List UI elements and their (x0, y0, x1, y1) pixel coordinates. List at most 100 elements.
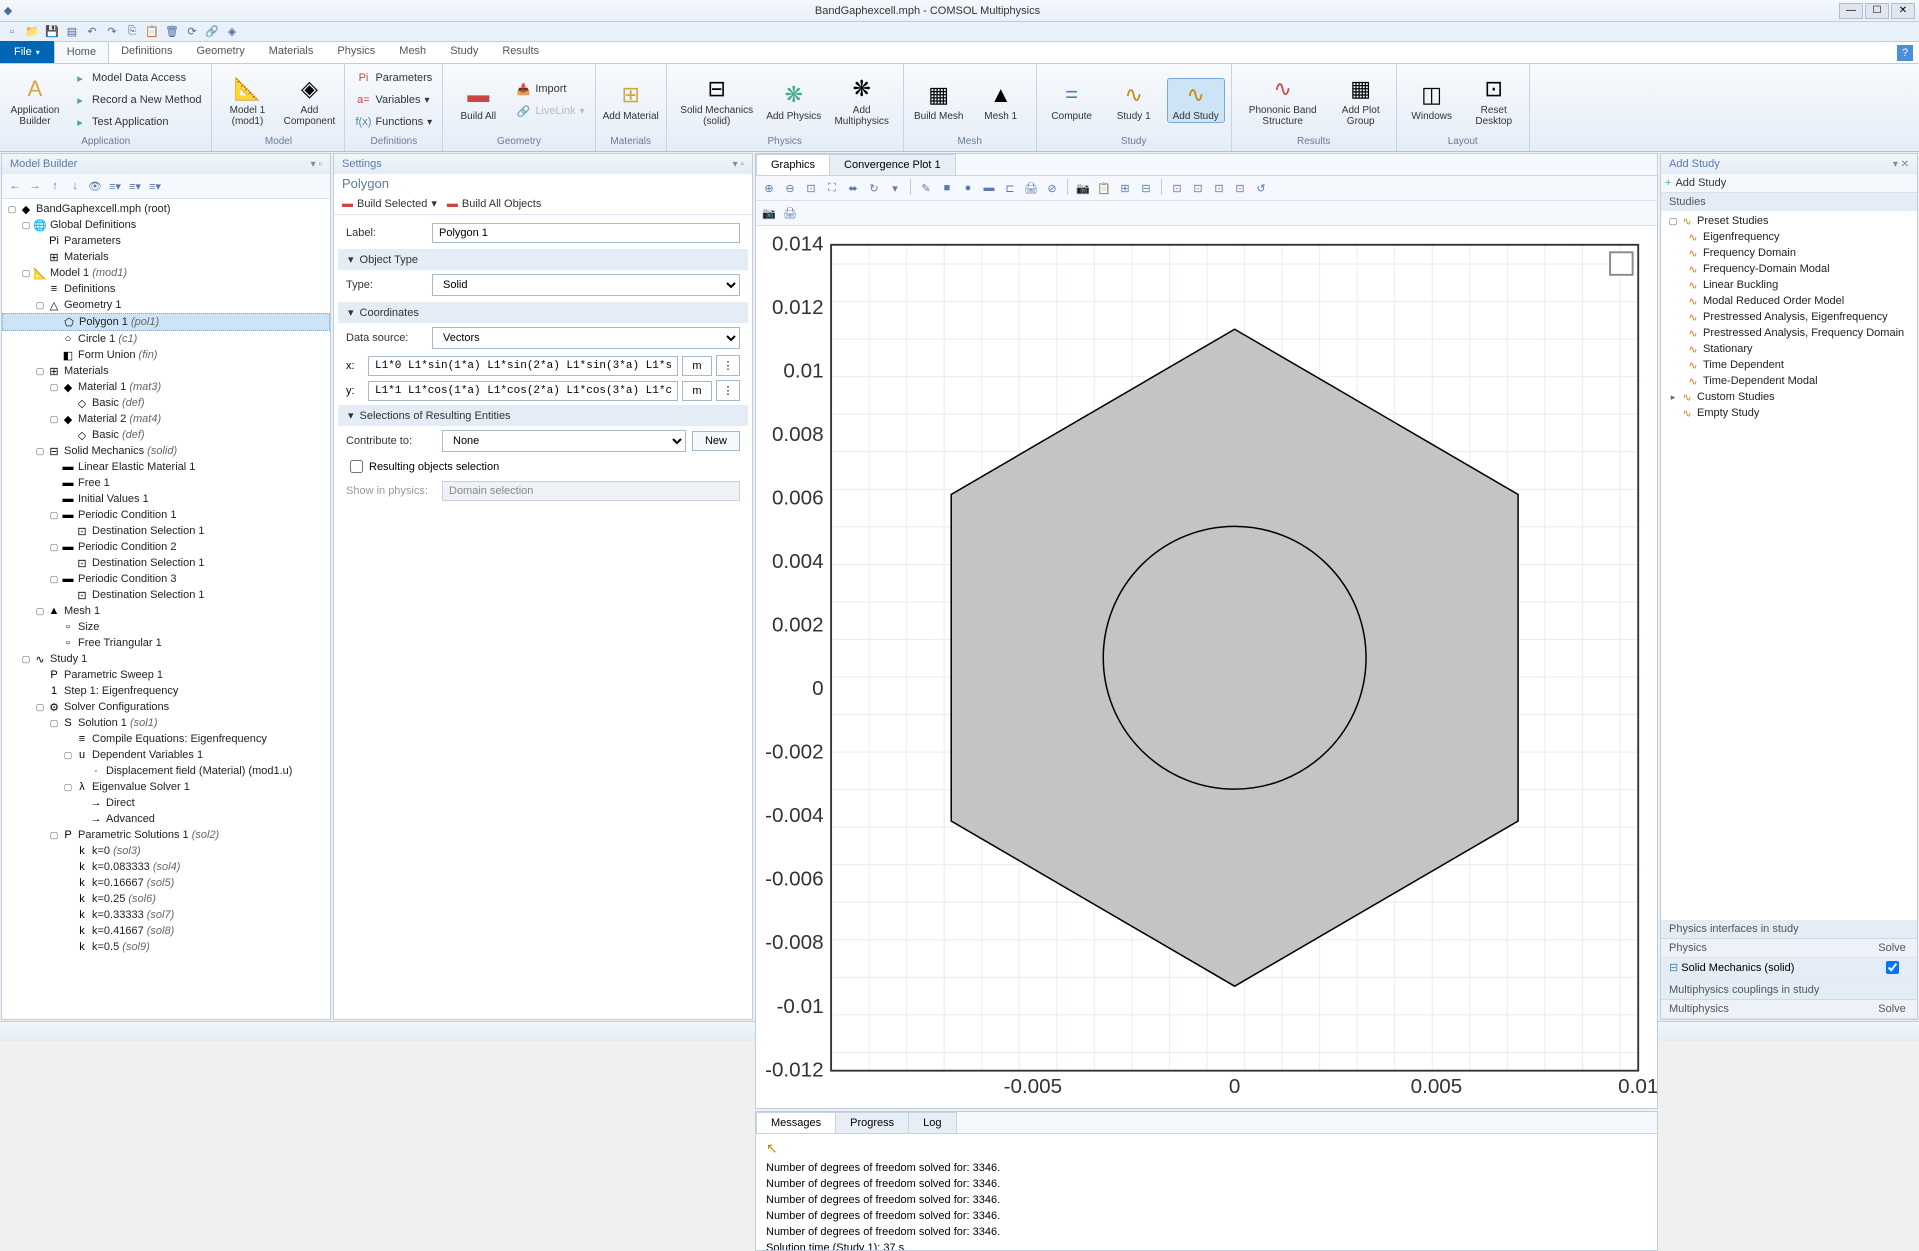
nav-up-icon[interactable]: ↑ (46, 177, 64, 195)
study-type-item[interactable]: ∿Modal Reduced Order Model (1661, 293, 1917, 309)
tab-home[interactable]: Home (54, 41, 109, 63)
graphics-canvas[interactable]: -0.012-0.01-0.008-0.006-0.004-0.00200.00… (756, 226, 1657, 1108)
tab-mesh[interactable]: Mesh (387, 41, 438, 63)
study-type-item[interactable]: ∿Frequency-Domain Modal (1661, 261, 1917, 277)
compute-button[interactable]: =Compute (1043, 79, 1101, 122)
close-button[interactable]: ✕ (1891, 3, 1915, 19)
tab-definitions[interactable]: Definitions (109, 41, 184, 63)
tree-node[interactable]: ▢⊟Solid Mechanics (solid) (2, 443, 330, 459)
application-builder-button[interactable]: AApplication Builder (6, 73, 64, 127)
gfx-tool-icon[interactable]: ⊕ (760, 179, 778, 197)
tree-node[interactable]: ▢⊞Materials (2, 363, 330, 379)
paste-icon[interactable]: 📋 (144, 24, 160, 40)
gfx-tool-icon[interactable]: ⊖ (781, 179, 799, 197)
coordinates-section[interactable]: ▾ Coordinates (338, 302, 748, 323)
tree-node[interactable]: ▢SSolution 1 (sol1) (2, 715, 330, 731)
redo-icon[interactable]: ↷ (104, 24, 120, 40)
graphics-tab[interactable]: Graphics (756, 154, 830, 175)
gfx-tool-icon[interactable]: ● (959, 179, 977, 197)
empty-study-node[interactable]: ∿ Empty Study (1661, 405, 1917, 421)
file-menu[interactable]: File (0, 41, 54, 63)
selections-section[interactable]: ▾ Selections of Resulting Entities (338, 405, 748, 426)
resulting-objects-checkbox[interactable] (350, 460, 363, 473)
gfx-tool-icon[interactable]: 📷 (760, 204, 778, 222)
tree-node[interactable]: PiParameters (2, 233, 330, 249)
add-component-button[interactable]: ◈Add Component (280, 73, 338, 127)
tab-physics[interactable]: Physics (325, 41, 387, 63)
tree-node[interactable]: kk=0.16667 (sol5) (2, 875, 330, 891)
parameters-button[interactable]: PiParameters (351, 68, 436, 88)
tree-node[interactable]: ⊞Materials (2, 249, 330, 265)
model1-button[interactable]: 📐Model 1 (mod1) (218, 73, 276, 127)
tree-node[interactable]: ▢∿Study 1 (2, 651, 330, 667)
preset-studies-node[interactable]: ▢∿ Preset Studies (1661, 213, 1917, 229)
gfx-tool-icon[interactable]: ⊡ (1210, 179, 1228, 197)
tree-node[interactable]: ▫Size (2, 619, 330, 635)
tree-node[interactable]: ▢🌐Global Definitions (2, 217, 330, 233)
physics-row[interactable]: ⊟ Solid Mechanics (solid) (1661, 958, 1917, 981)
collapse-icon[interactable]: ≡▾ (106, 177, 124, 195)
add-material-button[interactable]: ⊞Add Material (602, 79, 660, 122)
livelink-button[interactable]: 🔗LiveLink ▾ (511, 101, 588, 121)
tree-node[interactable]: PParametric Sweep 1 (2, 667, 330, 683)
study1-button[interactable]: ∿Study 1 (1105, 79, 1163, 122)
save-icon[interactable]: 💾 (44, 24, 60, 40)
gfx-tool-icon[interactable]: ⊘ (1043, 179, 1061, 197)
gfx-tool-icon[interactable]: 📋 (1095, 179, 1113, 197)
model-icon[interactable]: ◈ (224, 24, 240, 40)
tree-node[interactable]: ▢▬Periodic Condition 2 (2, 539, 330, 555)
solid-mechanics-button[interactable]: ⊟Solid Mechanics (solid) (673, 73, 761, 127)
gfx-tool-icon[interactable]: ⊏ (1001, 179, 1019, 197)
build-selected-button[interactable]: ▬Build Selected ▾ (342, 197, 437, 210)
tree-node[interactable]: kk=0.083333 (sol4) (2, 859, 330, 875)
variables-button[interactable]: a=Variables ▾ (351, 90, 436, 110)
tree-node[interactable]: ⊡Destination Selection 1 (2, 587, 330, 603)
study-type-item[interactable]: ∿Stationary (1661, 341, 1917, 357)
graphics-tab[interactable]: Convergence Plot 1 (829, 154, 956, 175)
tree-node[interactable]: ▬Free 1 (2, 475, 330, 491)
copy-icon[interactable]: ⎘ (124, 24, 140, 40)
messages-tab[interactable]: Log (908, 1112, 956, 1133)
gfx-tool-icon[interactable]: ⬌ (844, 179, 862, 197)
gfx-tool-icon[interactable]: 🖨 (1022, 179, 1040, 197)
functions-button[interactable]: f(x)Functions ▾ (351, 112, 436, 132)
gfx-tool-icon[interactable]: ✎ (917, 179, 935, 197)
tree-node[interactable]: ⬠Polygon 1 (pol1) (2, 313, 330, 331)
refresh-icon[interactable]: ⟳ (184, 24, 200, 40)
tree-node[interactable]: kk=0.25 (sol6) (2, 891, 330, 907)
tree-node[interactable]: ▢▲Mesh 1 (2, 603, 330, 619)
tree-node[interactable]: ▢λEigenvalue Solver 1 (2, 779, 330, 795)
tree-node[interactable]: ▢▬Periodic Condition 3 (2, 571, 330, 587)
record-a-new-method-button[interactable]: ▸Record a New Method (68, 90, 205, 110)
gfx-tool-icon[interactable]: ↻ (865, 179, 883, 197)
gfx-tool-icon[interactable]: ⛶ (823, 179, 841, 197)
tree-node[interactable]: ≡Definitions (2, 281, 330, 297)
gfx-tool-icon[interactable]: ⊞ (1116, 179, 1134, 197)
tab-materials[interactable]: Materials (257, 41, 326, 63)
label-input[interactable] (432, 223, 740, 243)
tree-node[interactable]: ▢uDependent Variables 1 (2, 747, 330, 763)
tree-node[interactable]: ·Displacement field (Material) (mod1.u) (2, 763, 330, 779)
gfx-tool-icon[interactable]: ↺ (1252, 179, 1270, 197)
add-study-button[interactable]: ∿Add Study (1167, 78, 1225, 123)
gfx-tool-icon[interactable]: ⊡ (1189, 179, 1207, 197)
nav-back-icon[interactable]: ← (6, 177, 24, 195)
tree-node[interactable]: ▢⚙Solver Configurations (2, 699, 330, 715)
expand-icon[interactable]: ≡▾ (126, 177, 144, 195)
tab-study[interactable]: Study (438, 41, 490, 63)
tree-node[interactable]: ▢PParametric Solutions 1 (sol2) (2, 827, 330, 843)
data-source-select[interactable]: Vectors (432, 327, 740, 349)
mesh1-button[interactable]: ▲Mesh 1 (972, 79, 1030, 122)
gfx-tool-icon[interactable]: 📷 (1074, 179, 1092, 197)
show-icon[interactable]: 👁 (86, 177, 104, 195)
gfx-tool-icon[interactable]: ⊟ (1137, 179, 1155, 197)
tree-node[interactable]: ≡Compile Equations: Eigenfrequency (2, 731, 330, 747)
tree-root[interactable]: ▢◆ BandGaphexcell.mph (root) (2, 201, 330, 217)
object-type-section[interactable]: ▾ Object Type (338, 249, 748, 270)
solve-checkbox[interactable] (1886, 961, 1899, 974)
nav-down-icon[interactable]: ↓ (66, 177, 84, 195)
phononic-band-button[interactable]: ∿Phononic Band Structure (1238, 73, 1328, 127)
study-type-item[interactable]: ∿Prestressed Analysis, Eigenfrequency (1661, 309, 1917, 325)
study-type-item[interactable]: ∿Eigenfrequency (1661, 229, 1917, 245)
tree-node[interactable]: ⊡Destination Selection 1 (2, 523, 330, 539)
